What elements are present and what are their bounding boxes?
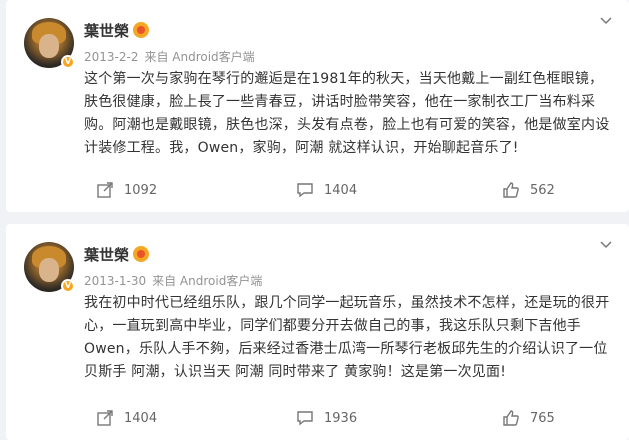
chevron-down-icon[interactable]	[599, 14, 613, 28]
like-icon	[503, 182, 519, 198]
post-date[interactable]: 2013-2-2	[84, 50, 138, 64]
repost-count: 1404	[124, 410, 158, 426]
post-date[interactable]: 2013-1-30	[84, 274, 146, 288]
comment-icon	[297, 183, 313, 198]
post-actions: 1404 1936 765	[6, 396, 629, 440]
author-name[interactable]: 葉世榮	[84, 244, 150, 265]
repost-icon	[97, 410, 113, 426]
post-card: V 葉世榮 2013-1-30 来自 Android客户端 我在初中时代已经组乐队…	[6, 224, 629, 440]
gold-member-icon	[133, 246, 150, 262]
post-source: 来自 Android客户端	[144, 50, 255, 64]
post-actions: 1092 1404 562	[6, 168, 629, 212]
like-count: 765	[530, 410, 555, 426]
author-name-text[interactable]: 葉世榮	[84, 22, 129, 40]
repost-icon	[97, 182, 113, 198]
comment-icon	[297, 411, 313, 426]
gold-member-icon	[133, 22, 150, 38]
verified-badge-icon: V	[61, 55, 75, 69]
post-source: 来自 Android客户端	[152, 274, 263, 288]
post-card: V 葉世榮 2013-2-2 来自 Android客户端 这个第一次与家驹在琴行的…	[6, 0, 629, 212]
author-name[interactable]: 葉世榮	[84, 20, 150, 41]
post-meta: 2013-1-30 来自 Android客户端	[84, 272, 268, 289]
comment-count: 1936	[324, 410, 358, 426]
avatar-face	[39, 258, 59, 282]
like-icon	[503, 410, 519, 426]
comment-button[interactable]: 1404	[296, 168, 357, 212]
post-text: 我在初中时代已经组乐队，跟几个同学一起玩音乐，虽然技术不怎样，还是玩的很开心，一…	[84, 295, 610, 380]
like-button[interactable]: 562	[502, 168, 555, 212]
post-text: 这个第一次与家驹在琴行的邂逅是在1981年的秋天，当天他戴上一副红色框眼镜，肤色…	[84, 71, 610, 156]
post-meta: 2013-2-2 来自 Android客户端	[84, 48, 261, 65]
weibo-feed: V 葉世榮 2013-2-2 来自 Android客户端 这个第一次与家驹在琴行的…	[0, 0, 629, 440]
like-count: 562	[530, 182, 555, 198]
author-name-text[interactable]: 葉世榮	[84, 246, 129, 264]
repost-count: 1092	[124, 182, 158, 198]
avatar-face	[39, 34, 59, 58]
repost-button[interactable]: 1092	[96, 168, 157, 212]
like-button[interactable]: 765	[502, 396, 555, 440]
comment-button[interactable]: 1936	[296, 396, 357, 440]
verified-badge-icon: V	[61, 279, 75, 293]
repost-button[interactable]: 1404	[96, 396, 157, 440]
chevron-down-icon[interactable]	[599, 238, 613, 252]
comment-count: 1404	[324, 182, 358, 198]
